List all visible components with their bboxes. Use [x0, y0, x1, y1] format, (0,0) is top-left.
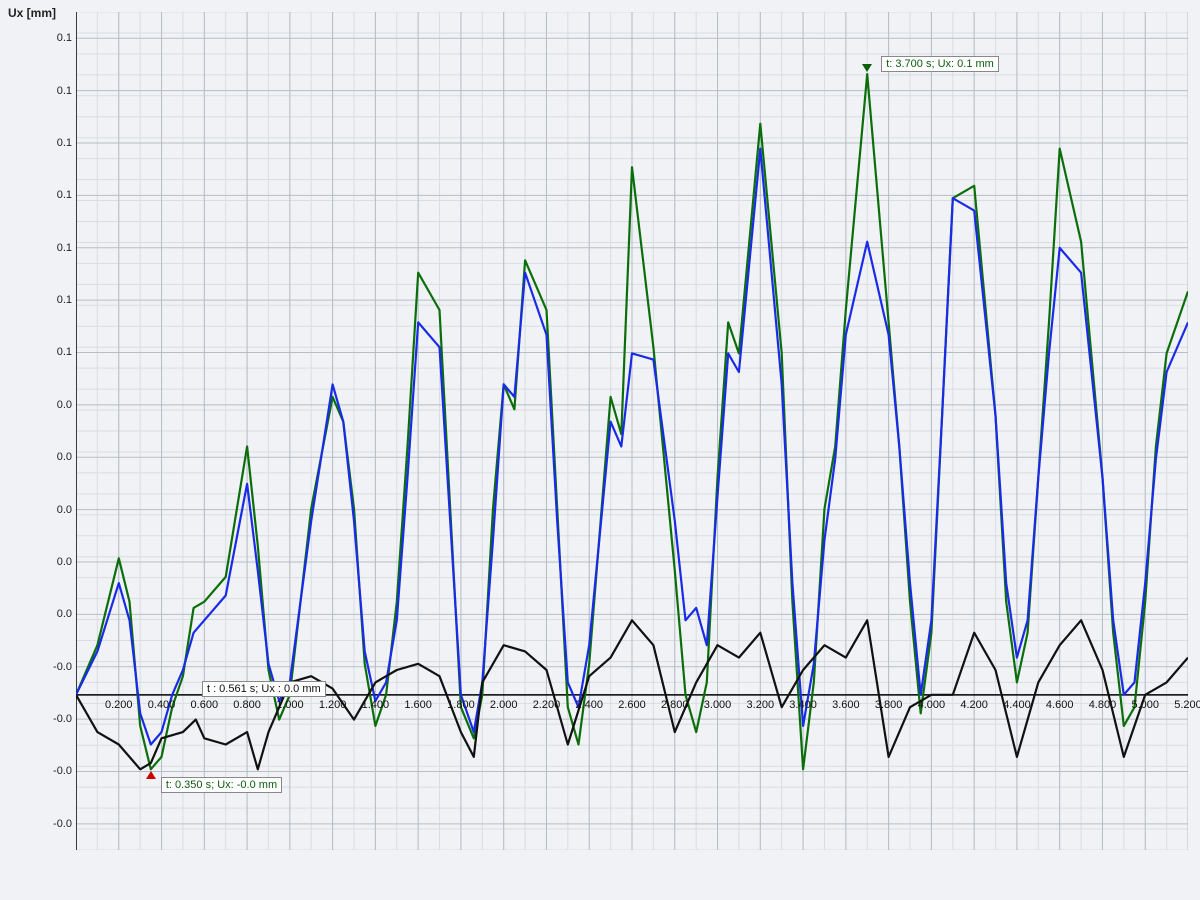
x-tick: 2.000 [490, 699, 518, 711]
x-tick: 2.200 [533, 699, 561, 711]
annotation-label: t: 0.350 s; Ux: -0.0 mm [161, 777, 282, 793]
x-tick: 2.600 [618, 699, 646, 711]
y-tick: 0.1 [57, 346, 72, 358]
y-tick: 0.0 [57, 451, 72, 463]
y-tick: -0.0 [53, 661, 72, 673]
y-tick: -0.0 [53, 765, 72, 777]
y-tick: 0.0 [57, 608, 72, 620]
x-tick: 3.000 [704, 699, 732, 711]
y-tick: -0.0 [53, 818, 72, 830]
x-tick: 4.000 [918, 699, 946, 711]
chart-frame: { "chart_data": { "type": "line", "title… [0, 0, 1200, 900]
x-tick: 3.600 [832, 699, 860, 711]
x-tick: 1.800 [447, 699, 475, 711]
x-tick: 0.800 [233, 699, 261, 711]
x-tick: 5.000 [1131, 699, 1159, 711]
x-tick: 3.200 [747, 699, 775, 711]
chart-svg [76, 12, 1188, 850]
x-tick: 4.600 [1046, 699, 1074, 711]
x-tick: 2.400 [575, 699, 603, 711]
y-tick: 0.1 [57, 189, 72, 201]
annotation-label: t : 0.561 s; Ux : 0.0 mm [202, 681, 326, 697]
annotation-label: t: 3.700 s; Ux: 0.1 mm [881, 56, 999, 72]
x-tick: 4.200 [960, 699, 988, 711]
y-tick: 0.1 [57, 294, 72, 306]
min-marker-icon [146, 771, 156, 779]
x-tick: 0.200 [105, 699, 133, 711]
x-tick: 1.600 [404, 699, 432, 711]
x-tick: 5.200 [1174, 699, 1200, 711]
x-tick: 1.200 [319, 699, 347, 711]
x-tick: 3.800 [875, 699, 903, 711]
x-tick: 0.400 [148, 699, 176, 711]
y-tick: 0.1 [57, 242, 72, 254]
y-tick: 0.0 [57, 399, 72, 411]
x-tick: 2.800 [661, 699, 689, 711]
x-tick: 1.000 [276, 699, 304, 711]
x-tick: 1.400 [362, 699, 390, 711]
y-tick: 0.1 [57, 85, 72, 97]
y-tick: 0.1 [57, 137, 72, 149]
y-tick: -0.0 [53, 713, 72, 725]
plot-area[interactable] [76, 12, 1188, 850]
max-marker-icon [862, 64, 872, 72]
x-tick: 3.400 [789, 699, 817, 711]
x-tick: 4.800 [1089, 699, 1117, 711]
y-tick: 0.0 [57, 504, 72, 516]
x-tick: 0.600 [191, 699, 219, 711]
y-tick: 0.0 [57, 556, 72, 568]
y-tick: 0.1 [57, 32, 72, 44]
y-axis-label: Ux [mm] [8, 6, 56, 20]
x-tick: 4.400 [1003, 699, 1031, 711]
